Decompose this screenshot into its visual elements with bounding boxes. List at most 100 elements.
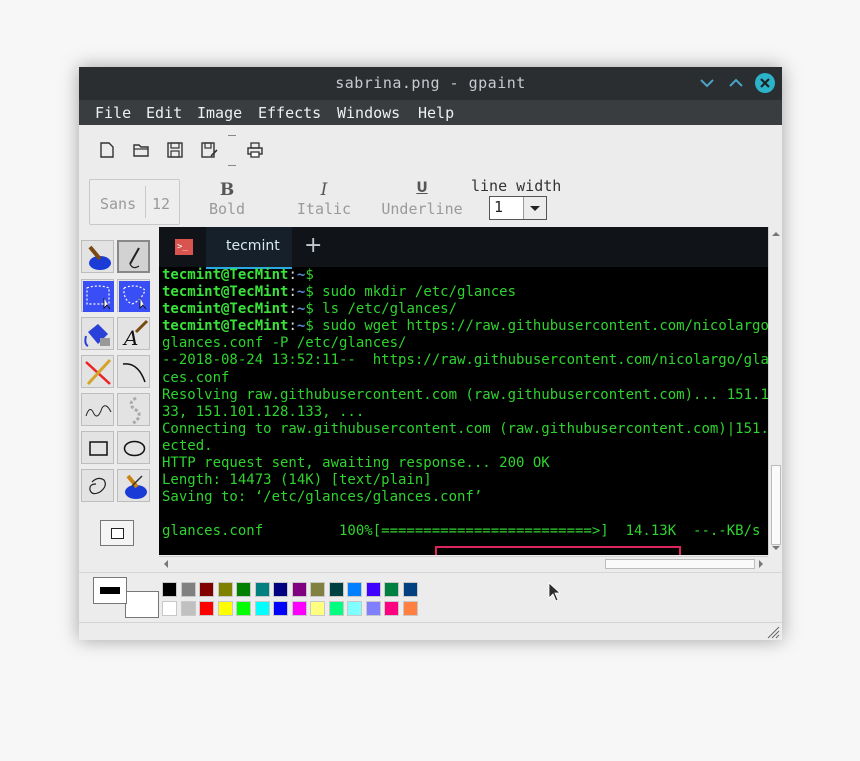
vertical-scrollbar[interactable] bbox=[768, 227, 782, 555]
save-as-icon[interactable] bbox=[200, 141, 218, 159]
close-icon bbox=[760, 78, 770, 88]
prompt-separator: : bbox=[288, 301, 297, 318]
bold-button[interactable]: B Bold bbox=[207, 180, 247, 218]
menu-edit[interactable]: Edit bbox=[146, 104, 182, 122]
menu-file[interactable]: File bbox=[95, 104, 131, 122]
font-size: 12 bbox=[152, 195, 171, 213]
pencil-tool[interactable] bbox=[117, 240, 150, 273]
horizontal-scroll-thumb[interactable] bbox=[605, 559, 755, 569]
color-swatch[interactable] bbox=[328, 601, 344, 616]
maximize-button[interactable] bbox=[726, 73, 746, 93]
lasso-tool[interactable] bbox=[81, 469, 114, 502]
color-swatch[interactable] bbox=[199, 582, 214, 597]
color-swatch[interactable] bbox=[347, 601, 362, 616]
menu-help[interactable]: Help bbox=[418, 104, 454, 122]
rectangle-icon bbox=[89, 441, 108, 456]
eraser-tool[interactable] bbox=[117, 469, 150, 502]
color-swatch[interactable] bbox=[236, 582, 251, 597]
color-swatch[interactable] bbox=[291, 601, 307, 616]
fill-tool[interactable] bbox=[81, 317, 114, 350]
color-swatch[interactable] bbox=[254, 582, 270, 597]
print-icon[interactable] bbox=[246, 141, 264, 159]
canvas-image[interactable]: >_ tecmint + tecmint@TecMint:~$ tecmint@T… bbox=[159, 227, 768, 555]
underline-label: Underline bbox=[381, 200, 463, 218]
underline-button[interactable]: U Underline bbox=[378, 180, 466, 218]
oval-tool[interactable] bbox=[117, 431, 150, 464]
terminal-line: tecmint@TecMint:~$ bbox=[162, 267, 768, 284]
oval-icon bbox=[123, 440, 146, 457]
brush-shape-preview[interactable] bbox=[100, 520, 134, 546]
curve-tool[interactable] bbox=[117, 355, 150, 388]
close-button[interactable] bbox=[755, 73, 775, 93]
color-swatch[interactable] bbox=[384, 601, 399, 616]
terminal-tab-bar: >_ tecmint + bbox=[159, 227, 768, 269]
foreground-color[interactable] bbox=[93, 577, 127, 604]
color-swatch[interactable] bbox=[162, 601, 177, 616]
color-swatch[interactable] bbox=[217, 601, 233, 616]
color-swatch[interactable] bbox=[402, 601, 418, 616]
paint-bucket-tool[interactable] bbox=[81, 240, 114, 273]
color-swatch[interactable] bbox=[254, 601, 270, 616]
color-swatch[interactable] bbox=[328, 582, 344, 597]
prompt-user: tecmint@TecMint bbox=[162, 284, 289, 301]
rect-select-tool[interactable] bbox=[81, 279, 114, 312]
scroll-up-icon bbox=[772, 232, 780, 236]
resize-grip-icon[interactable] bbox=[766, 625, 780, 639]
scroll-left-icon bbox=[164, 560, 168, 568]
freehand-select-tool[interactable] bbox=[117, 279, 150, 312]
terminal-output: tecmint@TecMint:~$ tecmint@TecMint:~$ sud… bbox=[162, 267, 768, 541]
color-swatch[interactable] bbox=[365, 582, 381, 597]
freehand-select-icon bbox=[119, 281, 150, 312]
color-swatch[interactable] bbox=[402, 582, 418, 597]
color-swatch[interactable] bbox=[199, 601, 214, 616]
menu-windows[interactable]: Windows bbox=[337, 104, 400, 122]
terminal-line: ces.conf bbox=[162, 369, 230, 386]
open-folder-icon[interactable] bbox=[132, 141, 150, 159]
prompt-user: tecmint@TecMint bbox=[162, 267, 289, 283]
font-name: Sans bbox=[100, 195, 137, 213]
line-tool[interactable] bbox=[81, 355, 114, 388]
color-swatch[interactable] bbox=[310, 601, 325, 616]
color-swatch[interactable] bbox=[180, 601, 196, 616]
dropdown-arrow-icon[interactable] bbox=[523, 197, 546, 219]
canvas-area[interactable]: >_ tecmint + tecmint@TecMint:~$ tecmint@T… bbox=[159, 227, 782, 572]
title-bar[interactable]: sabrina.png - gpaint bbox=[79, 67, 782, 100]
minimize-button[interactable] bbox=[697, 73, 717, 93]
color-swatch[interactable] bbox=[347, 582, 362, 597]
text-tool[interactable]: A bbox=[117, 317, 150, 350]
background-color[interactable] bbox=[125, 591, 159, 618]
color-swatch[interactable] bbox=[217, 582, 233, 597]
vertical-scroll-thumb[interactable] bbox=[771, 465, 781, 545]
horizontal-scrollbar[interactable] bbox=[159, 556, 768, 571]
freehand-tool[interactable] bbox=[81, 393, 114, 426]
color-swatch[interactable] bbox=[180, 582, 196, 597]
color-swatch[interactable] bbox=[310, 582, 325, 597]
rectangle-preview-icon bbox=[111, 528, 124, 539]
terminal-line: tecmint@TecMint:~$ ls /etc/glances/ bbox=[162, 301, 768, 318]
menu-image[interactable]: Image bbox=[197, 104, 242, 122]
font-selector-button[interactable]: Sans 12 bbox=[89, 179, 180, 225]
save-icon[interactable] bbox=[166, 141, 184, 159]
multiline-tool[interactable] bbox=[117, 393, 150, 426]
menu-effects[interactable]: Effects bbox=[258, 104, 321, 122]
line-width-select[interactable]: 1 bbox=[489, 196, 547, 220]
underline-icon: U bbox=[416, 180, 428, 196]
color-swatch[interactable] bbox=[236, 601, 251, 616]
color-swatch[interactable] bbox=[365, 601, 381, 616]
italic-button[interactable]: I Italic bbox=[293, 180, 355, 218]
mouse-cursor-icon bbox=[548, 582, 562, 602]
svg-text:A: A bbox=[122, 326, 138, 350]
scroll-right-icon bbox=[759, 560, 763, 568]
color-swatch[interactable] bbox=[291, 582, 307, 597]
terminal-line: --2018-08-24 13:52:11-- https://raw.gith… bbox=[162, 352, 768, 369]
color-swatch[interactable] bbox=[273, 582, 288, 597]
scroll-down-icon bbox=[772, 546, 780, 550]
color-swatch[interactable] bbox=[162, 582, 177, 597]
terminal-line: HTTP request sent, awaiting response... … bbox=[162, 455, 550, 472]
pencil-icon bbox=[129, 247, 140, 269]
rectangle-tool[interactable] bbox=[81, 431, 114, 464]
color-swatch[interactable] bbox=[273, 601, 288, 616]
color-swatch[interactable] bbox=[384, 582, 399, 597]
new-file-icon[interactable] bbox=[98, 141, 116, 159]
line-width-value: 1 bbox=[494, 198, 504, 216]
